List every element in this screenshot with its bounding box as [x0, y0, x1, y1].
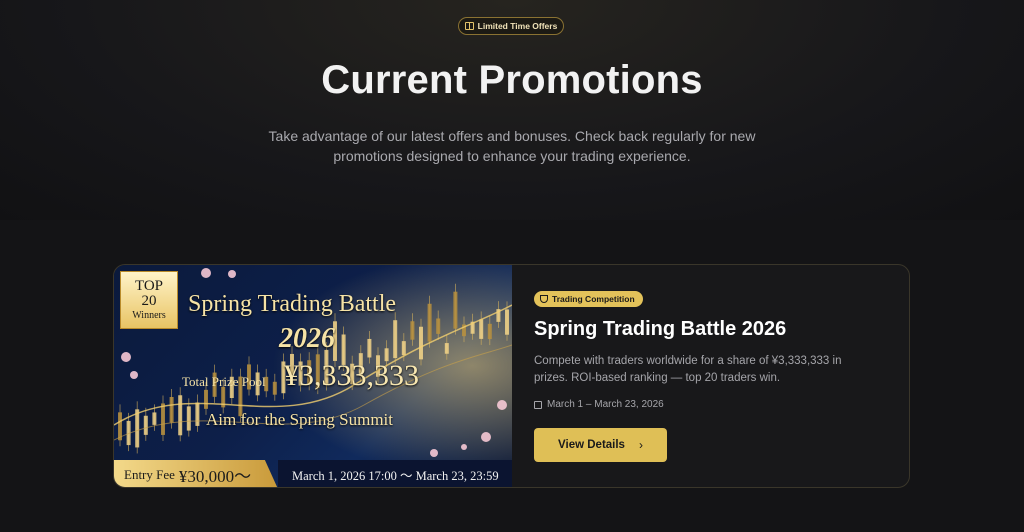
chevron-right-icon: ›: [638, 438, 643, 452]
candle-body: [204, 389, 208, 409]
banner-title: Spring Trading Battle: [188, 291, 397, 317]
candle-body: [178, 395, 183, 436]
entry-fee-label: Entry Fee: [124, 466, 175, 482]
banner-prize-value: ¥3,333,333: [284, 359, 419, 392]
top-20-winners-badge: TOP 20 Winners: [120, 271, 178, 329]
promotion-description: Compete with traders worldwide for a sha…: [534, 355, 842, 384]
entry-fee-value: ¥30,000～: [178, 467, 252, 486]
candle-body: [444, 343, 449, 354]
calendar-icon: [534, 400, 542, 409]
candle-body: [393, 320, 398, 359]
banner-prize-label: Total Prize Pool: [182, 374, 266, 389]
badge-winners-text: Winners: [132, 310, 166, 321]
candle-body: [272, 381, 277, 395]
promotion-banner-image[interactable]: TOP 20 Winners Spring Trading Battle 202…: [114, 265, 512, 487]
view-details-button[interactable]: View Details ›: [534, 428, 667, 462]
page-subtitle: Take advantage of our latest offers and …: [268, 128, 756, 164]
candle-body: [161, 403, 165, 435]
banner-year: 2026: [279, 323, 335, 354]
promotion-date-text: March 1 – March 23, 2026: [547, 399, 664, 410]
candle-body: [401, 341, 406, 356]
candle-body: [410, 321, 415, 340]
badge-number-text: 20: [141, 293, 157, 309]
category-tag-label: Trading Competition: [552, 294, 635, 304]
promotion-info: Trading Competition Spring Trading Battl…: [534, 265, 904, 487]
banner-slogan: Aim for the Spring Summit: [206, 410, 393, 429]
candle-body: [487, 323, 492, 340]
limited-offers-badge: Limited Time Offers: [458, 17, 564, 35]
candle-body: [186, 406, 191, 431]
candle-body: [169, 396, 174, 423]
gift-icon: [464, 22, 474, 30]
trophy-icon: [540, 295, 548, 303]
promotion-title: Spring Trading Battle 2026: [534, 318, 787, 340]
candle-body: [427, 303, 432, 342]
candle-body: [479, 319, 484, 339]
candle-body: [135, 409, 140, 448]
candle-body: [453, 291, 458, 329]
category-tag: Trading Competition: [534, 291, 643, 307]
candle-body: [143, 415, 148, 435]
page-title: Current Promotions: [321, 58, 703, 102]
candle-body: [436, 318, 441, 334]
candle-body: [367, 338, 372, 358]
candle-body: [505, 309, 509, 335]
view-details-label: View Details: [558, 439, 625, 451]
banner-entry-fee: Entry Fee ¥30,000～: [114, 460, 278, 487]
promotion-dates: March 1 – March 23, 2026: [534, 399, 664, 410]
banner-date-range: March 1, 2026 17:00 ～ March 23, 23:59: [278, 460, 512, 487]
candle-body: [152, 412, 157, 425]
limited-offers-label: Limited Time Offers: [477, 21, 558, 31]
candle-body: [419, 326, 423, 360]
promotion-card[interactable]: TOP 20 Winners Spring Trading Battle 202…: [113, 264, 910, 488]
badge-top-text: TOP: [134, 278, 164, 294]
hero-section: Limited Time Offers Current Promotions T…: [0, 0, 1024, 220]
candle-body: [195, 402, 200, 426]
